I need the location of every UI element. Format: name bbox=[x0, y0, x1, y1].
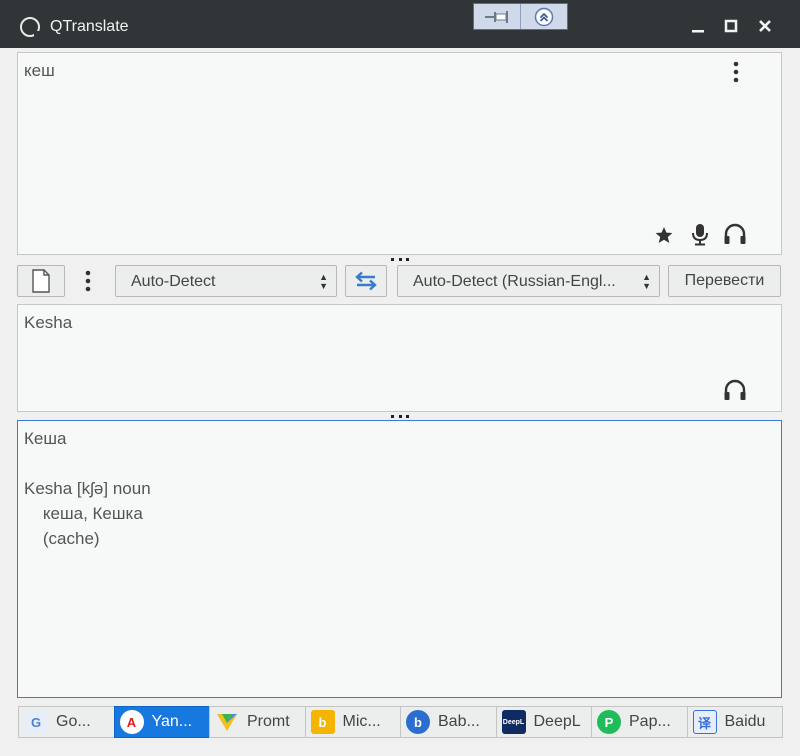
tab-papago[interactable]: P Pap... bbox=[591, 706, 688, 738]
source-text-area[interactable]: кеш bbox=[17, 52, 782, 255]
source-language-select[interactable]: Auto-Detect ▲ ▼ bbox=[115, 265, 337, 297]
more-vertical-icon bbox=[85, 270, 91, 292]
tab-deepl[interactable]: DeepL DeepL bbox=[495, 706, 592, 738]
dictionary-area[interactable]: Кеша Kesha [kʃə] noun кеша, Кешка (cache… bbox=[17, 420, 782, 698]
google-icon: G bbox=[24, 710, 48, 734]
swap-icon bbox=[355, 271, 377, 291]
deepl-icon: DeepL bbox=[501, 710, 526, 734]
headphones-icon bbox=[724, 223, 746, 244]
target-language-value: Auto-Detect (Russian-Engl... bbox=[413, 273, 616, 290]
translation-text: Kesha bbox=[24, 313, 73, 332]
tab-label: Yan... bbox=[151, 713, 193, 730]
app-logo-icon bbox=[20, 17, 41, 38]
chevron-up-icon bbox=[534, 7, 553, 26]
maximize-button[interactable] bbox=[719, 14, 743, 38]
microphone-icon bbox=[692, 224, 708, 246]
voice-input-button[interactable] bbox=[690, 223, 710, 247]
promt-icon bbox=[215, 710, 239, 734]
listen-translation-button[interactable] bbox=[723, 379, 747, 401]
select-arrows-icon: ▲ ▼ bbox=[642, 272, 651, 291]
tab-baidu[interactable]: 译 Baidu bbox=[686, 706, 783, 738]
listen-source-button[interactable] bbox=[723, 223, 747, 245]
baidu-icon: 译 bbox=[692, 710, 717, 734]
top-splitter[interactable] bbox=[391, 256, 409, 262]
minimize-icon bbox=[692, 30, 704, 33]
close-icon bbox=[759, 20, 771, 32]
headphones-icon bbox=[724, 379, 746, 400]
source-language-value: Auto-Detect bbox=[131, 273, 216, 290]
dictionary-text: Кеша Kesha [kʃə] noun кеша, Кешка (cache… bbox=[24, 429, 151, 548]
title-tools bbox=[473, 3, 568, 30]
tab-label: Baidu bbox=[724, 713, 766, 730]
pin-button[interactable] bbox=[474, 4, 521, 29]
minimize-button[interactable] bbox=[686, 14, 710, 38]
tab-label: Promt bbox=[247, 713, 290, 730]
tab-babylon[interactable]: b Bab... bbox=[400, 706, 497, 738]
pin-icon bbox=[484, 10, 508, 23]
close-button[interactable] bbox=[753, 14, 777, 38]
tab-yandex[interactable]: A Yan... bbox=[113, 706, 210, 738]
collapse-button[interactable] bbox=[520, 4, 567, 29]
tab-google[interactable]: G Go... bbox=[18, 706, 115, 738]
tab-label: Bab... bbox=[438, 713, 480, 730]
more-vertical-icon bbox=[733, 61, 739, 83]
source-menu-button[interactable] bbox=[732, 61, 740, 83]
bottom-splitter[interactable] bbox=[391, 413, 409, 419]
target-language-select[interactable]: Auto-Detect (Russian-Engl... ▲ ▼ bbox=[397, 265, 660, 297]
toolbar-menu-button[interactable] bbox=[84, 270, 92, 292]
new-document-button[interactable] bbox=[17, 265, 65, 297]
new-document-icon bbox=[32, 269, 50, 293]
maximize-icon bbox=[724, 19, 738, 33]
yandex-icon: A bbox=[119, 710, 144, 734]
window-title: QTranslate bbox=[50, 18, 129, 35]
source-text: кеш bbox=[24, 61, 55, 80]
tab-promt[interactable]: Promt bbox=[209, 706, 306, 738]
star-icon bbox=[655, 227, 673, 243]
tab-label: DeepL bbox=[533, 713, 581, 730]
title-bar: QTranslate bbox=[0, 0, 800, 48]
papago-icon: P bbox=[597, 710, 621, 734]
translation-text-area[interactable]: Kesha bbox=[17, 304, 782, 412]
translate-button-label: Перевести bbox=[684, 272, 765, 289]
tab-microsoft[interactable]: b Mic... bbox=[304, 706, 401, 738]
tab-label: Mic... bbox=[342, 713, 381, 730]
tab-label: Pap... bbox=[629, 713, 671, 730]
babylon-icon: b bbox=[406, 710, 430, 734]
favorite-button[interactable] bbox=[654, 225, 674, 245]
bing-icon: b bbox=[310, 710, 335, 734]
translate-button[interactable]: Перевести bbox=[668, 265, 781, 297]
service-tabs: G Go... A Yan... Promt b Mic... b Bab...… bbox=[18, 706, 783, 738]
tab-label: Go... bbox=[56, 713, 91, 730]
select-arrows-icon: ▲ ▼ bbox=[319, 272, 328, 291]
swap-languages-button[interactable] bbox=[345, 265, 387, 297]
